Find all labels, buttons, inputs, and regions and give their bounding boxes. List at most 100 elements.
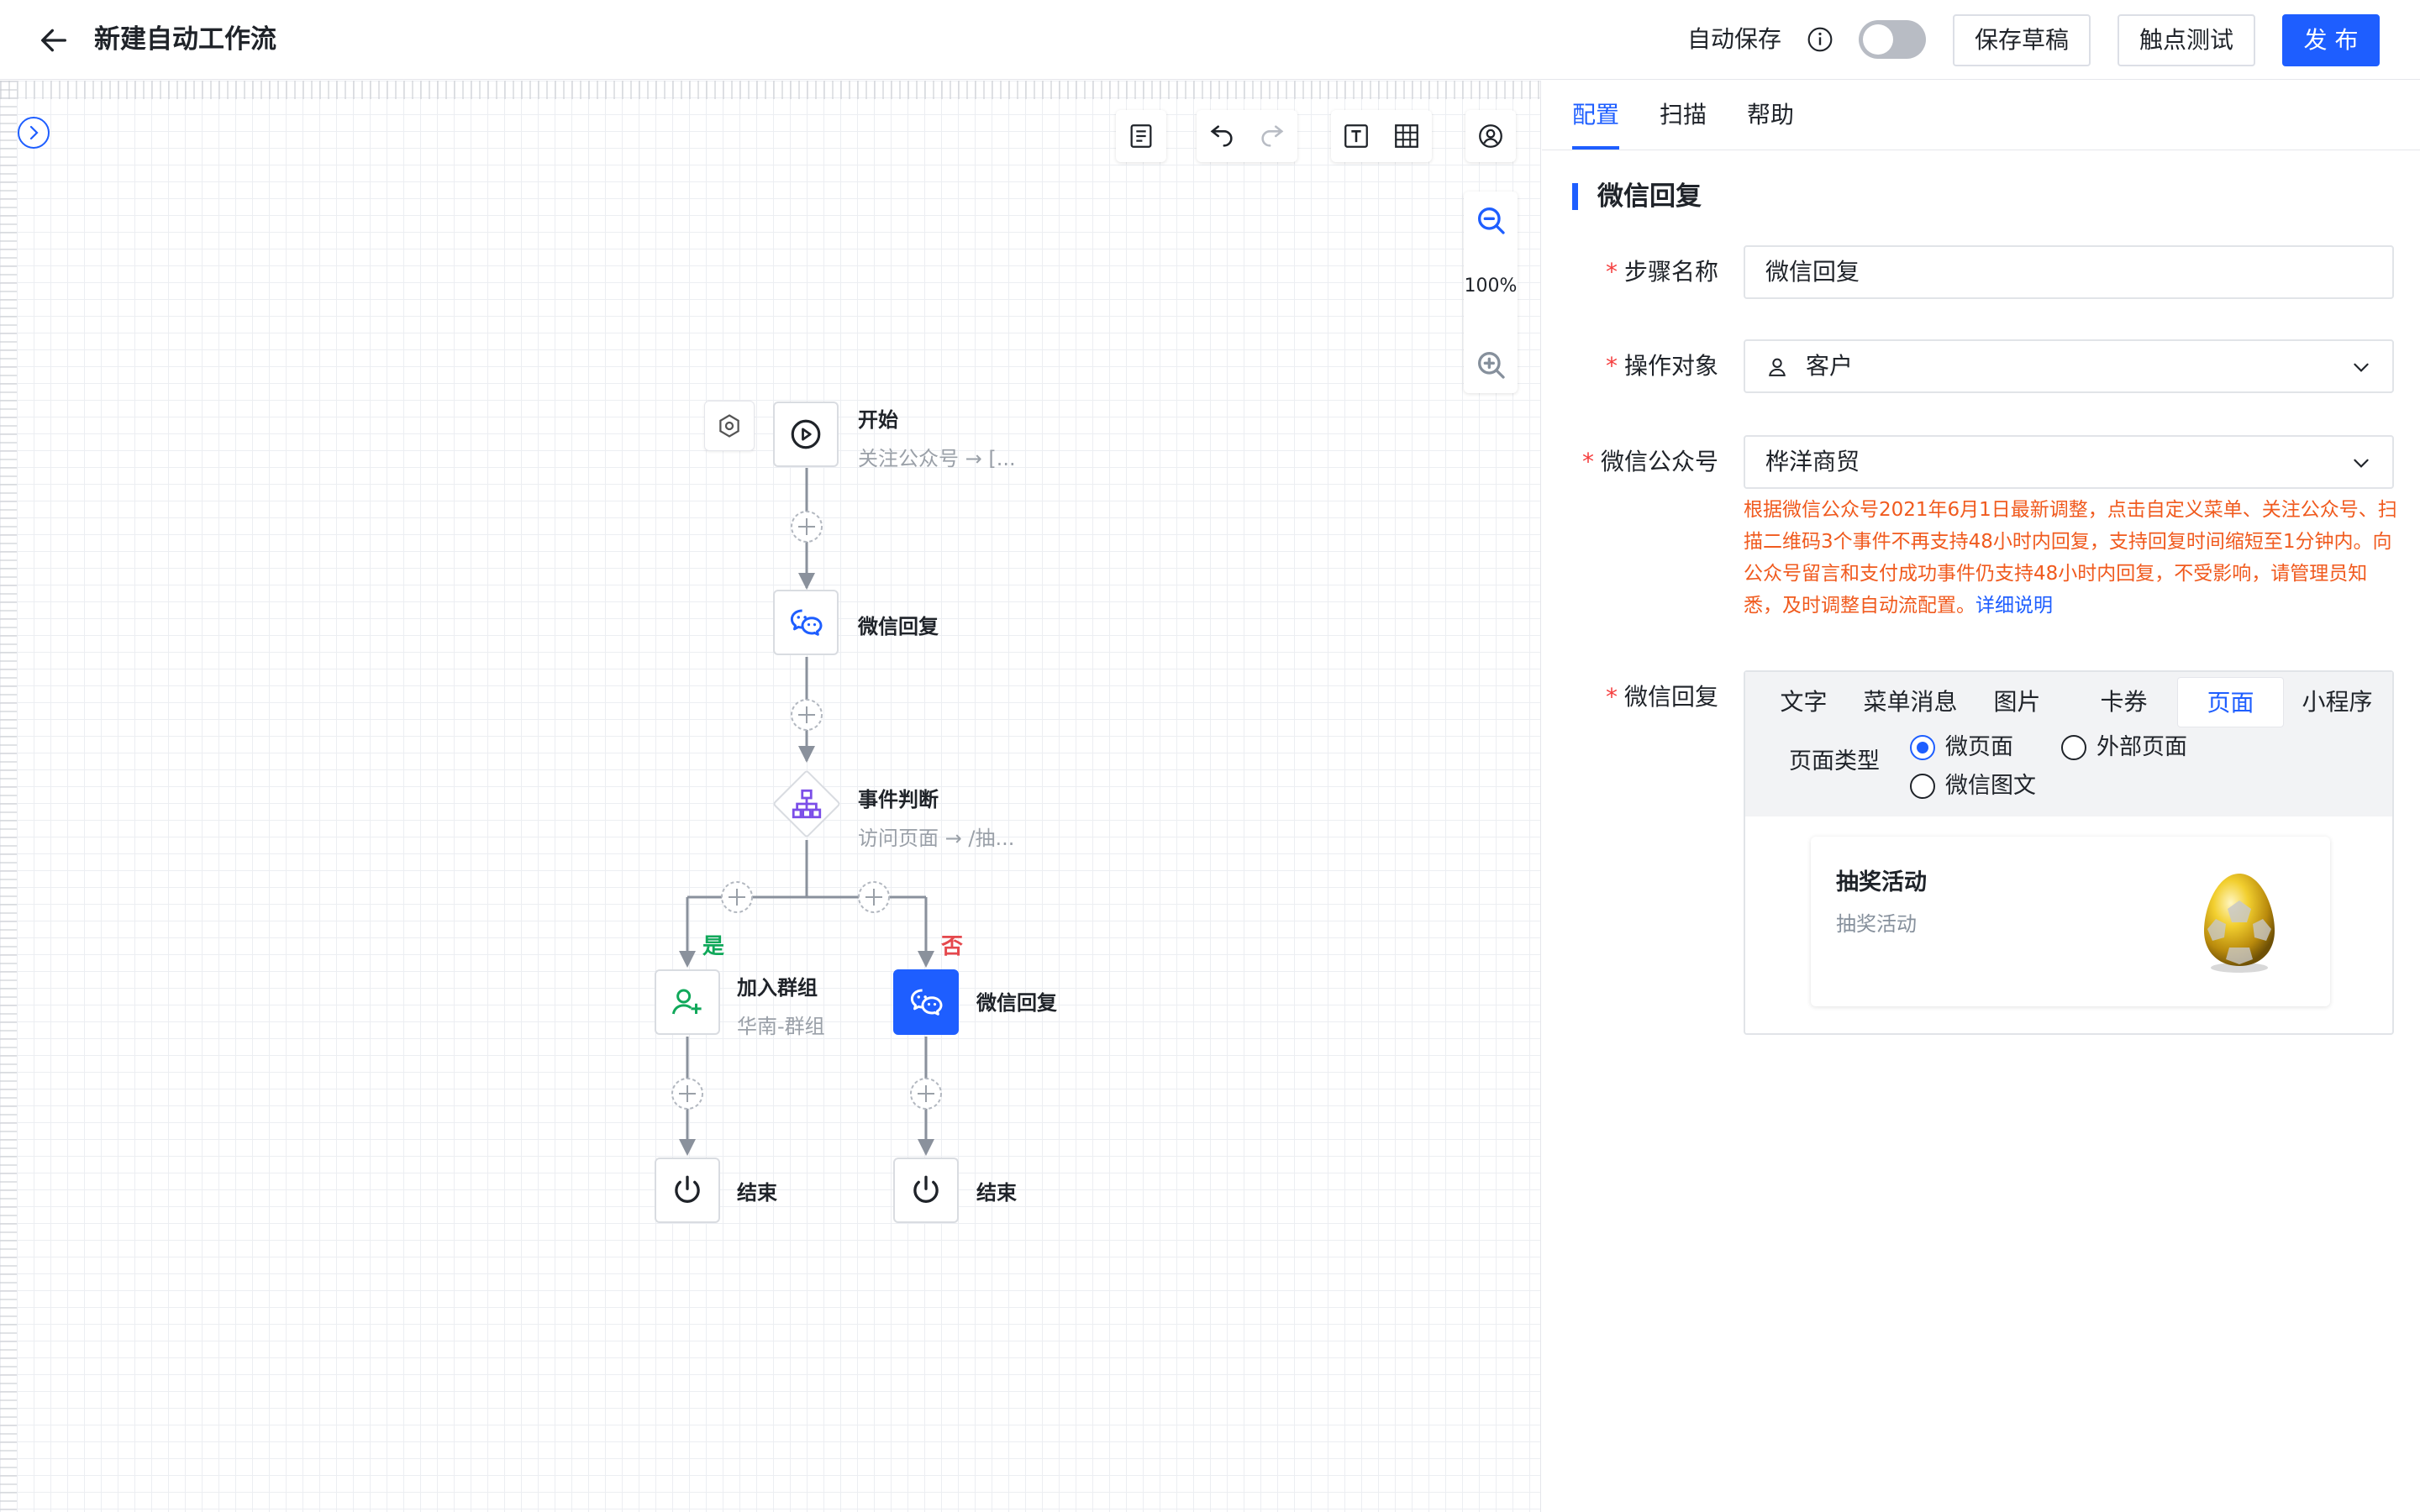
target-value: 客户 — [1806, 352, 1854, 380]
card-title: 抽奖活动 — [1836, 869, 1927, 895]
branch-yes-label: 是 — [702, 934, 725, 959]
page-card[interactable]: 抽奖活动 抽奖活动 — [1811, 837, 2330, 1006]
add-user-icon — [671, 989, 702, 1015]
node-join-group[interactable] — [655, 969, 720, 1035]
node-decision-subtitle: 访问页面 → /抽... — [858, 827, 1015, 850]
autosave-label: 自动保存 — [1687, 25, 1782, 53]
reply-content-box: 文字 菜单消息 图片 卡券 页面 小程序 页面类型 微页面 外部页面 微信图文 … — [1744, 670, 2394, 1035]
warning-text: 根据微信公众号2021年6月1日最新调整，点击自定义菜单、关注公众号、扫描二维码… — [1744, 499, 2397, 617]
chevron-down-icon — [2354, 363, 2369, 372]
node-start[interactable] — [773, 402, 839, 467]
grid-icon — [1395, 124, 1418, 148]
redo-tool[interactable] — [1247, 110, 1297, 162]
touch-test-button[interactable]: 触点测试 — [2118, 14, 2255, 66]
reply-label: * 微信回复 — [1605, 683, 1718, 711]
radio-dot — [1910, 735, 1935, 760]
save-draft-button[interactable]: 保存草稿 — [1953, 14, 2091, 66]
wechat-icon — [910, 989, 943, 1016]
radio-external-page[interactable]: 外部页面 — [2061, 732, 2187, 763]
node-wechat-reply-2-title: 微信回复 — [976, 991, 1057, 1015]
toolbar-insert-group — [1331, 110, 1432, 162]
power-icon — [675, 1175, 700, 1203]
note-icon — [1130, 124, 1152, 148]
info-icon[interactable] — [1807, 26, 1833, 53]
back-arrow-icon[interactable] — [37, 24, 71, 57]
expand-sidebar-icon[interactable] — [17, 116, 50, 150]
reply-tab-image[interactable]: 图片 — [1964, 677, 2070, 727]
ruler-left — [0, 81, 17, 1512]
page-type-row: 页面类型 微页面 外部页面 微信图文 — [1745, 732, 2392, 816]
publish-button[interactable]: 发 布 — [2282, 14, 2380, 66]
node-start-title: 开始 — [858, 408, 898, 432]
zoom-panel: 100% — [1464, 192, 1518, 393]
redo-icon — [1261, 125, 1284, 147]
user-view-tool[interactable] — [1465, 110, 1516, 162]
radio-dot — [2061, 735, 2086, 760]
undo-icon — [1210, 125, 1233, 147]
node-end-2[interactable] — [893, 1158, 959, 1223]
wechat-icon — [790, 609, 823, 636]
node-decision-title: 事件判断 — [858, 788, 939, 811]
user-circle-icon — [1479, 124, 1502, 148]
step-name-label: * 步骤名称 — [1605, 258, 1718, 286]
node-end-2-title: 结束 — [976, 1181, 1017, 1205]
top-header: 新建自动工作流 自动保存 保存草稿 触点测试 发 布 — [0, 0, 2420, 80]
account-select[interactable]: 桦洋商贸 — [1744, 435, 2394, 489]
text-tool[interactable] — [1331, 110, 1381, 162]
config-panel: 配置 扫描 帮助 微信回复 * 步骤名称 微信回复 * 操作对象 客户 * 微信公众号… — [1542, 81, 2420, 1512]
toolbar-note-group — [1116, 110, 1166, 162]
card-subtitle: 抽奖活动 — [1836, 912, 1917, 936]
page-type-label: 页面类型 — [1789, 748, 1880, 774]
account-value: 桦洋商贸 — [1765, 448, 1860, 475]
step-name-input[interactable]: 微信回复 — [1744, 245, 2394, 299]
toggle-knob — [1863, 24, 1893, 55]
reply-tab-page[interactable]: 页面 — [2177, 677, 2284, 727]
power-icon — [913, 1175, 939, 1203]
policy-warning: 根据微信公众号2021年6月1日最新调整，点击自定义菜单、关注公众号、扫描二维码… — [1744, 494, 2399, 622]
tab-config[interactable]: 配置 — [1572, 81, 1620, 150]
gear-icon — [719, 414, 739, 438]
play-circle-icon — [791, 419, 821, 449]
target-select[interactable]: 客户 — [1744, 339, 2394, 393]
toolbar-history-group — [1197, 110, 1297, 162]
undo-tool[interactable] — [1197, 110, 1247, 162]
toolbar-user-group — [1465, 110, 1516, 162]
text-box-icon — [1344, 124, 1368, 148]
reply-tab-coupon[interactable]: 卡券 — [2070, 677, 2177, 727]
autosave-toggle[interactable] — [1859, 20, 1926, 59]
radio-dot — [1910, 774, 1935, 799]
zoom-out-icon[interactable] — [1474, 203, 1507, 237]
node-wechat-reply-1-title: 微信回复 — [858, 615, 939, 638]
grid-tool[interactable] — [1381, 110, 1432, 162]
start-settings-button[interactable] — [704, 401, 755, 451]
radio-micro-page[interactable]: 微页面 — [1910, 732, 2013, 763]
node-join-group-subtitle: 华南-群组 — [737, 1015, 825, 1038]
node-wechat-reply-1[interactable] — [773, 590, 839, 655]
reply-tab-menu[interactable]: 菜单消息 — [1857, 677, 1964, 727]
details-link[interactable]: 详细说明 — [1975, 595, 2053, 617]
node-wechat-reply-2[interactable] — [893, 969, 959, 1035]
tab-scan[interactable]: 扫描 — [1660, 81, 1707, 150]
reply-tab-miniprogram[interactable]: 小程序 — [2284, 677, 2391, 727]
node-end-1-title: 结束 — [737, 1181, 777, 1205]
reply-type-tabs: 文字 菜单消息 图片 卡券 页面 小程序 — [1745, 672, 2392, 732]
account-label: * 微信公众号 — [1581, 448, 1718, 475]
org-chart-icon — [792, 789, 822, 819]
ruler-top — [0, 81, 1541, 99]
target-label: * 操作对象 — [1605, 352, 1718, 380]
tab-help[interactable]: 帮助 — [1747, 81, 1794, 150]
reply-tab-text[interactable]: 文字 — [1750, 677, 1857, 727]
radio-wechat-article[interactable]: 微信图文 — [1910, 771, 2036, 801]
zoom-level: 100% — [1464, 276, 1518, 297]
panel-tabs: 配置 扫描 帮助 — [1572, 81, 1794, 150]
node-end-1[interactable] — [655, 1158, 720, 1223]
golden-egg-image — [2204, 874, 2275, 973]
user-icon — [1769, 358, 1786, 376]
node-start-subtitle: 关注公众号 → [... — [858, 447, 1016, 470]
note-tool[interactable] — [1116, 110, 1166, 162]
chevron-down-icon — [2354, 459, 2369, 468]
node-join-group-title: 加入群组 — [737, 976, 818, 1000]
flow-canvas[interactable] — [0, 81, 1541, 1512]
page-title: 新建自动工作流 — [94, 24, 276, 55]
zoom-in-icon[interactable] — [1474, 348, 1507, 381]
